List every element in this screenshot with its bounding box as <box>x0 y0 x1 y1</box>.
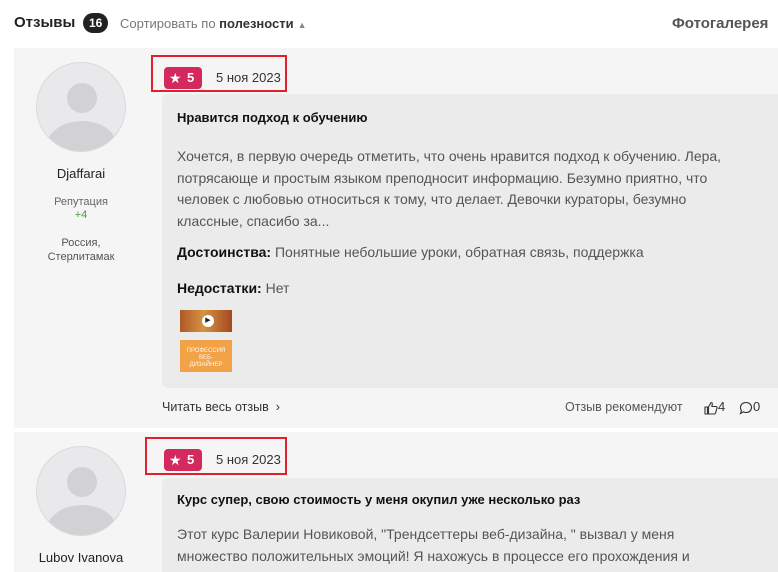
review-title[interactable]: Курс супер, свою стоимость у меня окупил… <box>177 492 580 507</box>
sort-value: полезности <box>219 16 294 31</box>
review-card: Lubov Ivanova ★ 5 5 ноя 2023 Курс супер,… <box>14 432 778 572</box>
location-country: Россия, <box>61 237 101 249</box>
reviews-title: Отзывы <box>14 14 76 31</box>
review-card: Djaffarai Репутация +4 Россия, Стерлитам… <box>14 48 778 428</box>
avatar[interactable] <box>36 446 126 536</box>
comment-icon <box>739 401 753 415</box>
author-name[interactable]: Djaffarai <box>14 166 148 181</box>
reviews-count-badge: 16 <box>83 13 109 33</box>
rating-value: 5 <box>187 452 195 467</box>
pros-text: Понятные небольшие уроки, обратная связь… <box>271 244 644 260</box>
reviews-header: Отзывы 16 Сортировать по полезности ▲ Фот… <box>0 0 778 46</box>
review-title[interactable]: Нравится подход к обучению <box>177 110 367 125</box>
rating-badge: ★ 5 <box>164 67 202 89</box>
rating-highlight-box: ★ 5 5 ноя 2023 <box>145 437 287 475</box>
read-full-review-label: Читать весь отзыв <box>162 400 269 414</box>
photo-gallery-link[interactable]: Фотогалерея <box>672 15 768 32</box>
read-full-review-link[interactable]: Читать весь отзыв › <box>162 400 280 414</box>
avatar-head-shape <box>67 83 97 113</box>
sort-arrows-icon: ▲ <box>297 20 307 30</box>
rating-value: 5 <box>187 70 195 85</box>
review-date: 5 ноя 2023 <box>216 70 281 85</box>
pros-label: Достоинства: <box>177 244 272 260</box>
chevron-right-icon: › <box>272 400 280 414</box>
cons-text: Нет <box>261 280 290 296</box>
comments-count: 0 <box>753 399 761 414</box>
image-thumbnail[interactable]: ПРОФЕССИЯ ВЕБ-ДИЗАЙНЕР <box>180 340 232 372</box>
author-location: Россия, Стерлитамак <box>14 236 148 264</box>
reputation-value: +4 <box>74 209 88 221</box>
avatar-body-shape <box>47 121 117 151</box>
avatar-head-shape <box>67 467 97 497</box>
recommend-label: Отзыв рекомендуют <box>565 400 683 414</box>
rating-badge: ★ 5 <box>164 449 202 471</box>
rating-highlight-box: ★ 5 5 ноя 2023 <box>151 55 287 92</box>
likes-count: 4 <box>718 399 726 414</box>
sort-label: Сортировать по <box>120 16 220 31</box>
reputation-label: Репутация <box>54 196 108 208</box>
thumbnail-caption: ПРОФЕССИЯ ВЕБ-ДИЗАЙНЕР <box>186 348 226 368</box>
review-pros: Достоинства: Понятные небольшие уроки, о… <box>177 244 644 260</box>
comments-button[interactable]: 0 <box>739 399 760 415</box>
review-date: 5 ноя 2023 <box>216 452 281 467</box>
review-body: Нравится подход к обучению Хочется, в пе… <box>162 94 778 388</box>
video-thumbnail[interactable]: ▶ <box>180 310 232 332</box>
review-cons: Недостатки: Нет <box>177 280 289 296</box>
review-body: Курс супер, свою стоимость у меня окупил… <box>162 478 778 572</box>
cons-label: Недостатки: <box>177 280 262 296</box>
avatar[interactable] <box>36 62 126 152</box>
avatar-body-shape <box>47 505 117 535</box>
review-text: Хочется, в первую очередь отметить, что … <box>177 148 722 229</box>
thumbs-up-icon <box>704 401 718 415</box>
review-text: Этот курс Валерии Новиковой, "Трендсетте… <box>177 526 690 564</box>
star-icon: ★ <box>169 452 182 468</box>
location-city: Стерлитамак <box>47 251 115 263</box>
play-icon: ▶ <box>202 315 214 327</box>
star-icon: ★ <box>169 70 182 86</box>
sort-dropdown[interactable]: Сортировать по полезности ▲ <box>120 16 307 31</box>
like-button[interactable]: 4 <box>704 399 725 415</box>
author-name[interactable]: Lubov Ivanova <box>14 550 148 565</box>
